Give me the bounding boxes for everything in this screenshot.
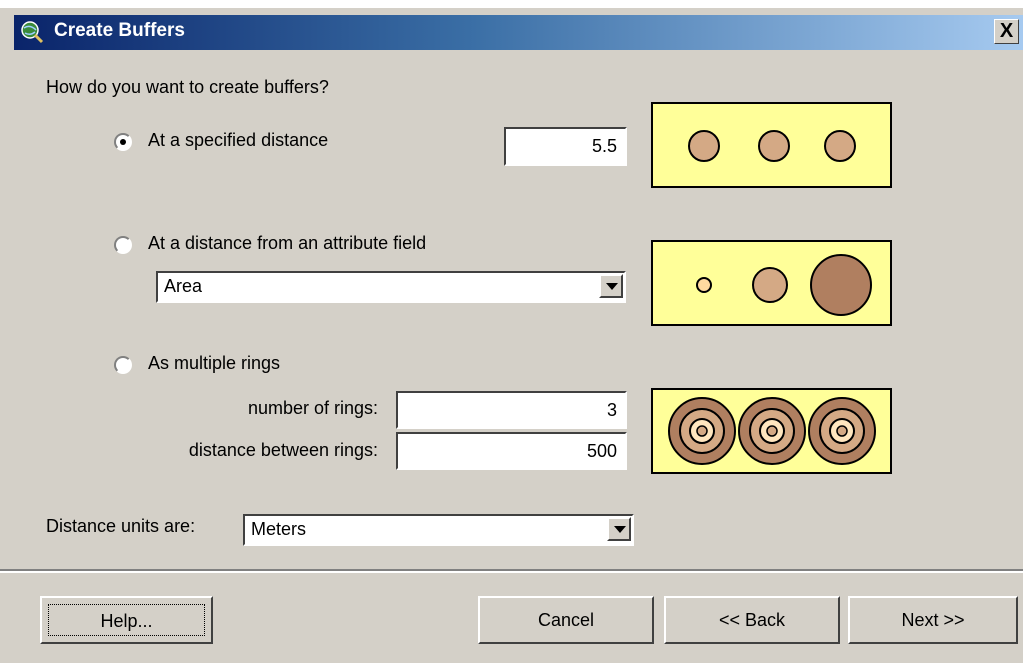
multiple-rings-preview [651,388,892,474]
radio-attribute-field[interactable] [114,236,132,254]
large-buffer-circle [810,254,872,316]
attribute-field-value: Area [164,276,203,296]
cancel-button[interactable]: Cancel [478,596,654,644]
next-button[interactable]: Next >> [848,596,1018,644]
close-button[interactable]: X [994,19,1019,44]
radio-specified-distance[interactable] [114,133,132,151]
distance-units-select[interactable]: Meters [243,514,634,546]
medium-buffer-circle [752,267,788,303]
ring-distance-input[interactable]: 500 [396,432,627,470]
attribute-field-label: At a distance from an attribute field [148,233,427,253]
small-buffer-circle [696,277,712,293]
distance-units-value: Meters [251,519,307,539]
ring-group-2 [738,397,806,465]
attribute-field-select[interactable]: Area [156,271,626,303]
distance-units-label: Distance units are: [46,516,196,536]
ring-group-3 [808,397,876,465]
top-strip [0,0,1023,8]
help-button-label: Help... [48,604,205,636]
ring-group-1 [668,397,736,465]
chevron-down-icon[interactable] [599,274,623,298]
attribute-field-preview [651,240,892,326]
chevron-down-icon[interactable] [607,517,631,541]
ring-count-label: number of rings: [247,398,378,418]
globe-magnifier-icon [20,20,44,44]
separator-highlight [0,571,1023,573]
window-title: Create Buffers [54,20,185,41]
specified-distance-label: At a specified distance [148,130,329,150]
radio-multiple-rings[interactable] [114,356,132,374]
buffer-circle-1 [688,130,720,162]
create-buffers-dialog: Create Buffers X How do you want to crea… [0,0,1023,663]
title-bar[interactable]: Create Buffers X [14,15,1023,50]
buffer-circle-3 [824,130,856,162]
buffer-circle-2 [758,130,790,162]
help-button[interactable]: Help... [40,596,213,644]
back-button[interactable]: << Back [664,596,840,644]
distance-input[interactable]: 5.5 [504,127,627,166]
question-label: How do you want to create buffers? [46,77,329,97]
specified-distance-preview [651,102,892,188]
multiple-rings-label: As multiple rings [148,353,281,373]
ring-distance-label: distance between rings: [188,440,378,460]
ring-count-input[interactable]: 3 [396,391,627,429]
